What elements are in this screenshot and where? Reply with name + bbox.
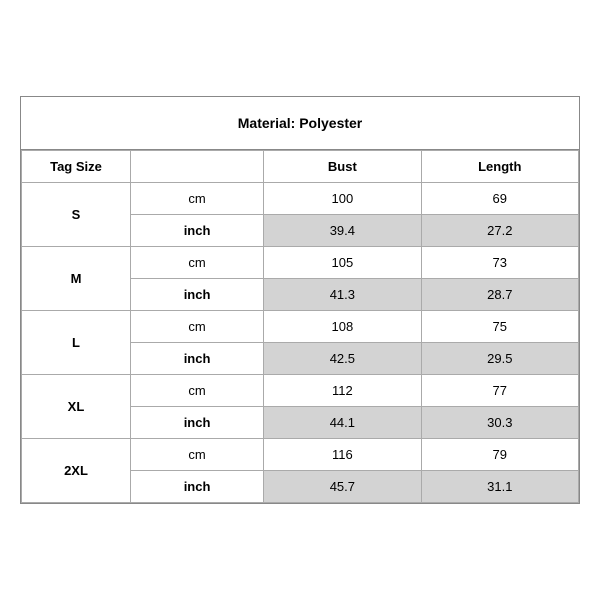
unit-inch: inch <box>130 343 263 375</box>
unit-cm: cm <box>130 375 263 407</box>
size-label: S <box>22 183 131 247</box>
unit-inch: inch <box>130 279 263 311</box>
table-header-row: Tag Size Bust Length <box>22 151 579 183</box>
header-bust: Bust <box>264 151 421 183</box>
length-inch: 29.5 <box>421 343 578 375</box>
length-inch: 28.7 <box>421 279 578 311</box>
unit-inch: inch <box>130 215 263 247</box>
length-inch: 27.2 <box>421 215 578 247</box>
unit-cm: cm <box>130 439 263 471</box>
table-row: Scm10069 <box>22 183 579 215</box>
table-row: XLcm11277 <box>22 375 579 407</box>
size-table: Tag Size Bust Length Scm10069inch39.427.… <box>21 150 579 503</box>
length-inch: 30.3 <box>421 407 578 439</box>
size-label: XL <box>22 375 131 439</box>
bust-inch: 42.5 <box>264 343 421 375</box>
length-cm: 79 <box>421 439 578 471</box>
unit-cm: cm <box>130 311 263 343</box>
length-cm: 69 <box>421 183 578 215</box>
header-length: Length <box>421 151 578 183</box>
bust-cm: 108 <box>264 311 421 343</box>
size-chart-container: Material: Polyester Tag Size Bust Length… <box>20 96 580 504</box>
size-label: M <box>22 247 131 311</box>
unit-inch: inch <box>130 407 263 439</box>
length-inch: 31.1 <box>421 471 578 503</box>
header-unit <box>130 151 263 183</box>
unit-cm: cm <box>130 183 263 215</box>
bust-inch: 41.3 <box>264 279 421 311</box>
unit-cm: cm <box>130 247 263 279</box>
table-row: 2XLcm11679 <box>22 439 579 471</box>
size-label: 2XL <box>22 439 131 503</box>
header-tag-size: Tag Size <box>22 151 131 183</box>
table-row: Mcm10573 <box>22 247 579 279</box>
bust-inch: 39.4 <box>264 215 421 247</box>
unit-inch: inch <box>130 471 263 503</box>
chart-title: Material: Polyester <box>21 97 579 150</box>
size-label: L <box>22 311 131 375</box>
bust-cm: 100 <box>264 183 421 215</box>
length-cm: 77 <box>421 375 578 407</box>
bust-cm: 116 <box>264 439 421 471</box>
table-row: Lcm10875 <box>22 311 579 343</box>
bust-inch: 44.1 <box>264 407 421 439</box>
bust-inch: 45.7 <box>264 471 421 503</box>
bust-cm: 112 <box>264 375 421 407</box>
bust-cm: 105 <box>264 247 421 279</box>
length-cm: 75 <box>421 311 578 343</box>
length-cm: 73 <box>421 247 578 279</box>
